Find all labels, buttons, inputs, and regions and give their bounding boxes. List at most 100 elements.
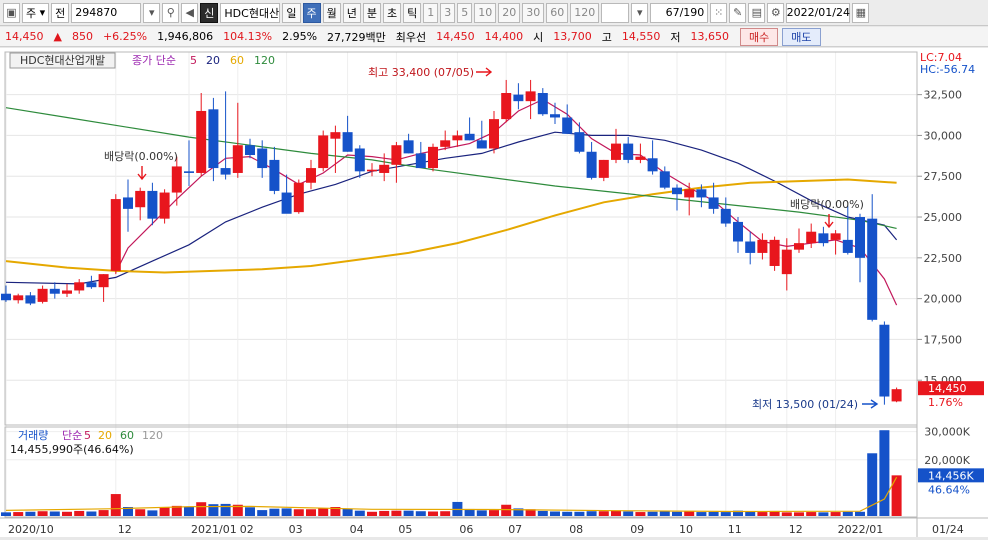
candle-body (257, 148, 268, 169)
volume-bar (147, 510, 158, 516)
candle-body (464, 133, 475, 141)
volume-bar (891, 475, 902, 516)
sell-button[interactable]: 매도 (782, 27, 821, 46)
candle-body (196, 110, 207, 173)
volume-bar (708, 511, 719, 516)
candle-body (489, 119, 499, 149)
volume-bar (757, 512, 768, 516)
candle-body (720, 208, 731, 224)
count-field[interactable]: 67/190 (650, 2, 709, 23)
period-year[interactable]: 년 (342, 2, 361, 23)
market-select[interactable]: 주 ▾ (22, 2, 50, 23)
volume-bar (98, 510, 109, 516)
calendar-icon[interactable]: ▦ (852, 2, 870, 23)
volume-bar (25, 511, 36, 516)
code-input[interactable]: 294870 (71, 2, 142, 23)
chart-area[interactable]: 32,500 30,000 27,500 25,000 22,500 20,000 17,5… (0, 48, 988, 537)
candle-body (635, 156, 646, 160)
price-change: 850 (71, 30, 93, 43)
grid-icon[interactable]: ⁙ (710, 2, 728, 23)
volume-bar (184, 506, 194, 516)
y-tick-label: 22,500 (924, 252, 963, 265)
period-tick[interactable]: 틱 (403, 2, 422, 23)
candle-body (452, 135, 463, 141)
volume-bar (245, 507, 255, 516)
volume-bar (318, 508, 329, 516)
volume-bar (1, 512, 11, 516)
volume-bar (745, 511, 756, 516)
candle-body (367, 169, 377, 172)
volume-bar (269, 508, 280, 516)
annotation-low: 최저 13,500 (01/24) (752, 398, 858, 411)
x-tick-label: 03 (289, 523, 303, 536)
volume-bar (794, 512, 804, 516)
candle-body (879, 324, 890, 397)
count-value: 67 (665, 6, 680, 19)
interval-10[interactable]: 10 (474, 2, 497, 23)
volume-bar (391, 510, 402, 516)
candle-body (769, 239, 780, 266)
x-tick-label: 06 (459, 523, 473, 536)
candle-body (672, 187, 682, 195)
volume-bar (647, 511, 658, 516)
stock-chart[interactable]: 32,500 30,000 27,500 25,000 22,500 20,000 17,5… (0, 48, 988, 537)
interval-120[interactable]: 120 (570, 2, 600, 23)
candle-body (525, 91, 536, 102)
new-badge[interactable]: 신 (200, 2, 219, 23)
interval-20[interactable]: 20 (498, 2, 521, 23)
candle-body (25, 295, 36, 304)
candle-body (794, 243, 804, 250)
candle-body (708, 197, 719, 209)
candle-body (391, 145, 402, 165)
chart-tool-icon[interactable]: ✎ (729, 2, 747, 23)
speaker-icon[interactable]: ◀ (181, 2, 199, 23)
last-volume-pct: 46.64% (928, 483, 970, 496)
interval-dropdown-icon[interactable]: ▾ (631, 2, 649, 23)
volume-bar (830, 512, 841, 516)
interval-30[interactable]: 30 (522, 2, 545, 23)
interval-1[interactable]: 1 (423, 2, 439, 23)
best-ask: 14,450 (436, 30, 475, 43)
volume-bar (208, 504, 219, 516)
volume-bar (37, 511, 48, 516)
volume-bar (415, 511, 426, 516)
count-total: /190 (679, 6, 705, 19)
volume-bar (476, 510, 487, 516)
x-tick-label: 04 (350, 523, 364, 536)
buy-button[interactable]: 매수 (740, 27, 779, 46)
window-icon[interactable]: ▣ (3, 2, 20, 23)
candle-body (513, 94, 524, 102)
candle-body (342, 132, 353, 152)
candle-body (110, 199, 121, 271)
candle-body (354, 148, 365, 172)
trade-amount: 27,729백만 (327, 30, 386, 44)
save-icon[interactable]: ▤ (748, 2, 766, 23)
volume-bar (367, 511, 377, 516)
candle-body (891, 389, 902, 402)
dropdown-icon[interactable]: ▾ (143, 2, 161, 23)
period-month[interactable]: 월 (322, 2, 341, 23)
interval-3[interactable]: 3 (440, 2, 456, 23)
date-field[interactable]: 2022/01/24 (786, 2, 851, 23)
volume-bar (403, 510, 414, 516)
period-minute[interactable]: 분 (362, 2, 382, 23)
chart-title: HDC현대산업개발 (20, 54, 105, 67)
candle-body (830, 233, 841, 240)
candle-body (537, 93, 548, 115)
gear-icon[interactable]: ⚙ (767, 2, 785, 23)
interval-5[interactable]: 5 (457, 2, 473, 23)
interval-60[interactable]: 60 (546, 2, 569, 23)
y-tick-label: 32,500 (924, 89, 963, 102)
search-icon[interactable]: ⚲ (162, 2, 180, 23)
interval-input[interactable] (601, 2, 630, 23)
candle-body (647, 158, 658, 172)
period-day[interactable]: 일 (282, 2, 301, 23)
period-week[interactable]: 주 (302, 2, 321, 23)
volume-bar (879, 430, 890, 516)
prev-button[interactable]: 전 (51, 2, 70, 23)
candle-body (293, 182, 304, 213)
period-second[interactable]: 초 (383, 2, 402, 23)
x-tick-label: 12 (789, 523, 803, 536)
volume-bar (855, 511, 865, 516)
volume: 1,946,806 (157, 30, 214, 43)
